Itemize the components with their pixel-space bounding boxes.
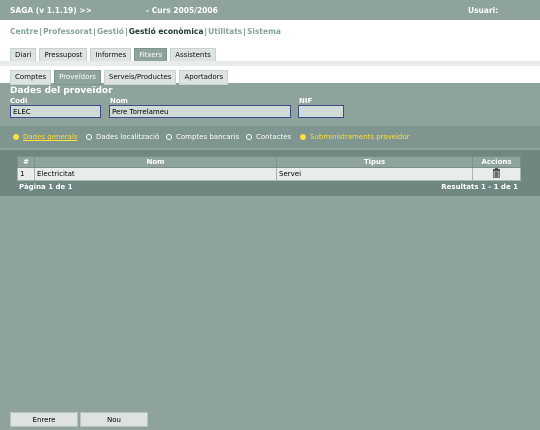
nav-item-gestio-economica[interactable]: Gestió econòmica [129,27,204,36]
radio-icon [86,134,92,140]
cell-tipus: Servei [276,167,473,181]
tabs-level2: Comptes Proveïdors Serveis/Productes Apo… [10,70,229,85]
col-header-num: # [17,156,35,168]
new-button[interactable]: Nou [80,412,148,427]
col-header-nom: Nom [34,156,277,168]
tab-serveis-productes[interactable]: Serveis/Productes [103,70,177,85]
nif-label: NIF [299,97,313,105]
subtab-contactes[interactable]: Contactes [246,133,291,141]
subtab-subministraments[interactable]: Subministraments proveïdor [300,133,410,141]
nav-item-utilitats[interactable]: Utilitats [208,27,242,36]
col-header-tipus: Tipus [276,156,473,168]
supplies-table: # Nom Tipus Accions 1 Electricitat Serve… [17,156,521,181]
tab-divider [0,61,540,66]
nom-field[interactable]: Pere Torrelameu [109,105,291,118]
tab-proveidors[interactable]: Proveïdors [54,70,101,85]
back-button[interactable]: Enrere [10,412,78,427]
col-header-accions: Accions [472,156,521,168]
nav-item-professorat[interactable]: Professorat [43,27,92,36]
top-header: SAGA (v 1.1.19) >> - Curs 2005/2006 Usua… [0,0,540,20]
tab-comptes[interactable]: Comptes [10,70,52,85]
cell-nom: Electricitat [34,167,277,181]
radio-selected-icon [13,134,19,140]
section-title: Dades del proveïdor [10,86,113,96]
app-version: SAGA (v 1.1.19) >> [10,6,92,15]
nav-item-gestio[interactable]: Gestió [97,27,124,36]
subtab-dades-localitzacio[interactable]: Dades localització [86,133,159,141]
trash-icon[interactable] [492,168,501,180]
page-indicator: Pàgina 1 de 1 [19,183,73,191]
codi-label: Codi [10,97,28,105]
main-nav: Centre|Professorat|Gestió|Gestió econòmi… [10,27,281,36]
results-count: Resultats 1 - 1 de 1 [441,183,518,191]
user-label: Usuari: [468,6,499,15]
course-label: - Curs 2005/2006 [146,6,218,15]
nav-item-sistema[interactable]: Sistema [247,27,281,36]
table-header-row: # Nom Tipus Accions [17,156,521,168]
nav-item-centre[interactable]: Centre [10,27,38,36]
nif-field[interactable] [298,105,344,118]
subtab-comptes-bancaris[interactable]: Comptes bancaris [166,133,239,141]
radio-icon [166,134,172,140]
codi-field[interactable]: ELEC [10,105,101,118]
radio-icon [246,134,252,140]
tab-aportadors[interactable]: Aportadors [179,70,229,85]
radio-selected-icon [300,134,306,140]
nom-label: Nom [110,97,128,105]
table-row[interactable]: 1 Electricitat Servei [17,167,521,181]
cell-num: 1 [17,167,35,181]
subtab-dades-generals[interactable]: Dades generals [13,133,78,141]
cell-actions [472,167,521,181]
